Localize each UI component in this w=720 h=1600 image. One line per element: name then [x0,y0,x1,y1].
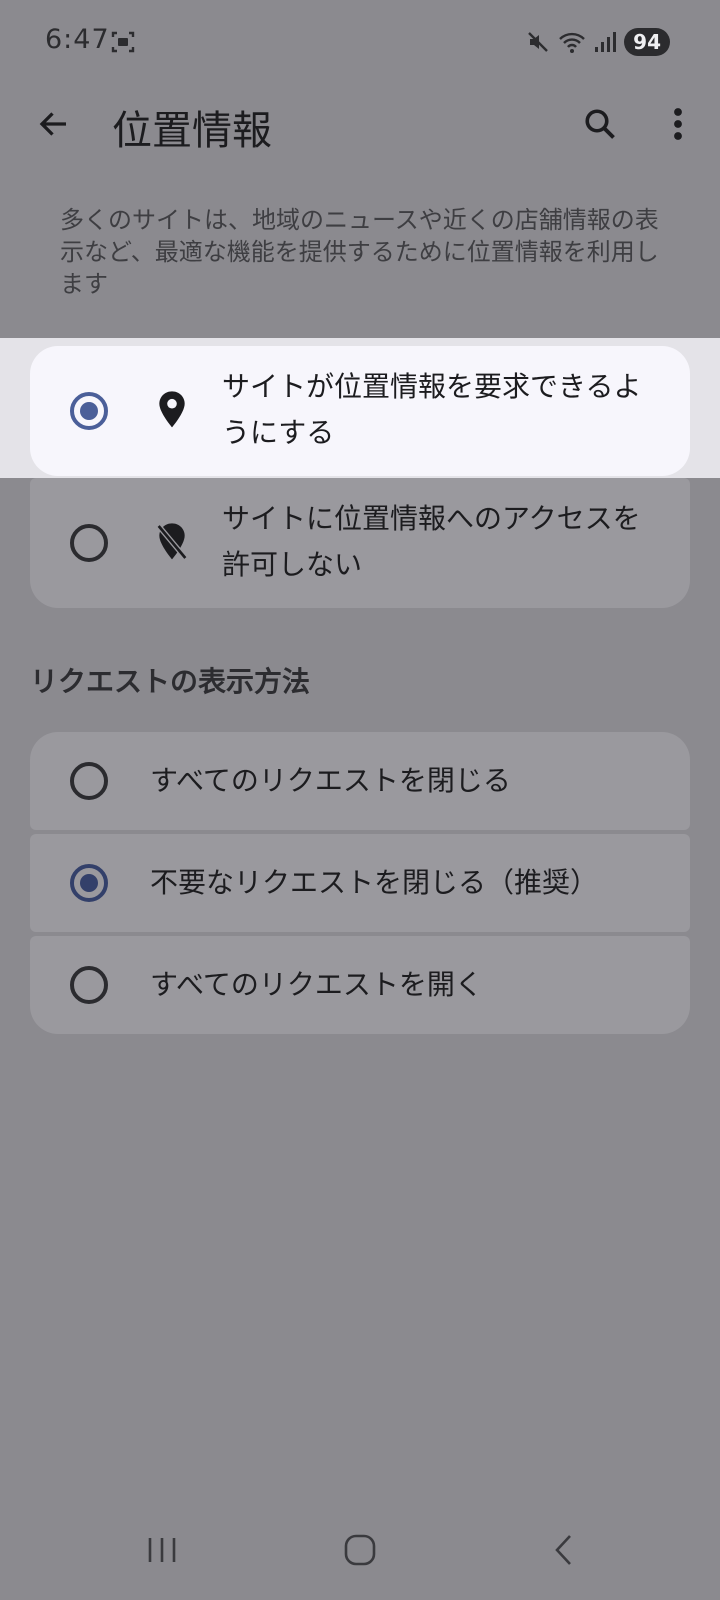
mute-icon [528,32,549,52]
radio-button-close-all[interactable] [70,762,108,800]
battery-indicator: 94 [624,28,670,56]
screenshot-scan-icon [111,31,135,53]
request-option-open-all[interactable]: すべてのリクエストを開く [30,936,690,1034]
radio-button-block[interactable] [70,524,108,562]
app-bar: 位置情報 [0,84,720,164]
request-option-close-unneeded-label: 不要なリクエストを閉じる（推奨） [150,866,599,899]
status-time: 6:47 [45,24,110,55]
home-icon[interactable] [342,1532,378,1568]
back-arrow-icon [39,112,66,136]
location-option-block-label: サイトに位置情報へのアクセスを 許可しない [222,502,641,581]
location-option-block[interactable]: サイトに位置情報へのアクセスを 許可しない [30,478,690,608]
description-text: 多くのサイトは、地域のニュースや近くの店舗情報の表示など、最適な機能を提供するた… [60,206,659,298]
section-heading: リクエストの表示方法 [30,665,311,698]
radio-button-allow[interactable] [70,392,108,430]
page-title: 位置情報 [112,108,272,154]
more-options-button[interactable] [652,98,704,150]
location-off-icon [156,523,188,560]
wifi-icon [559,32,586,53]
signal-icon [595,32,617,52]
request-option-open-all-label: すべてのリクエストを開く [150,968,483,1001]
request-option-close-unneeded[interactable]: 不要なリクエストを閉じる（推奨） [30,834,690,932]
back-nav-icon[interactable] [546,1532,582,1568]
status-icons: 94 [526,26,670,58]
location-pin-icon [159,391,185,428]
more-vert-icon [674,108,682,140]
radio-button-open-all[interactable] [70,966,108,1004]
radio-button-close-unneeded[interactable] [70,864,108,902]
status-bar: 6:47 94 [0,0,720,84]
back-button[interactable] [28,98,80,150]
location-option-allow[interactable]: サイトが位置情報を要求できるよ うにする [30,346,690,476]
search-button[interactable] [574,98,626,150]
request-option-close-all-label: すべてのリクエストを閉じる [150,764,511,797]
recent-apps-icon[interactable] [144,1532,180,1568]
location-option-allow-label: サイトが位置情報を要求できるよ うにする [222,370,642,449]
search-icon [585,109,615,139]
navigation-bar [0,1512,720,1600]
request-option-close-all[interactable]: すべてのリクエストを閉じる [30,732,690,830]
